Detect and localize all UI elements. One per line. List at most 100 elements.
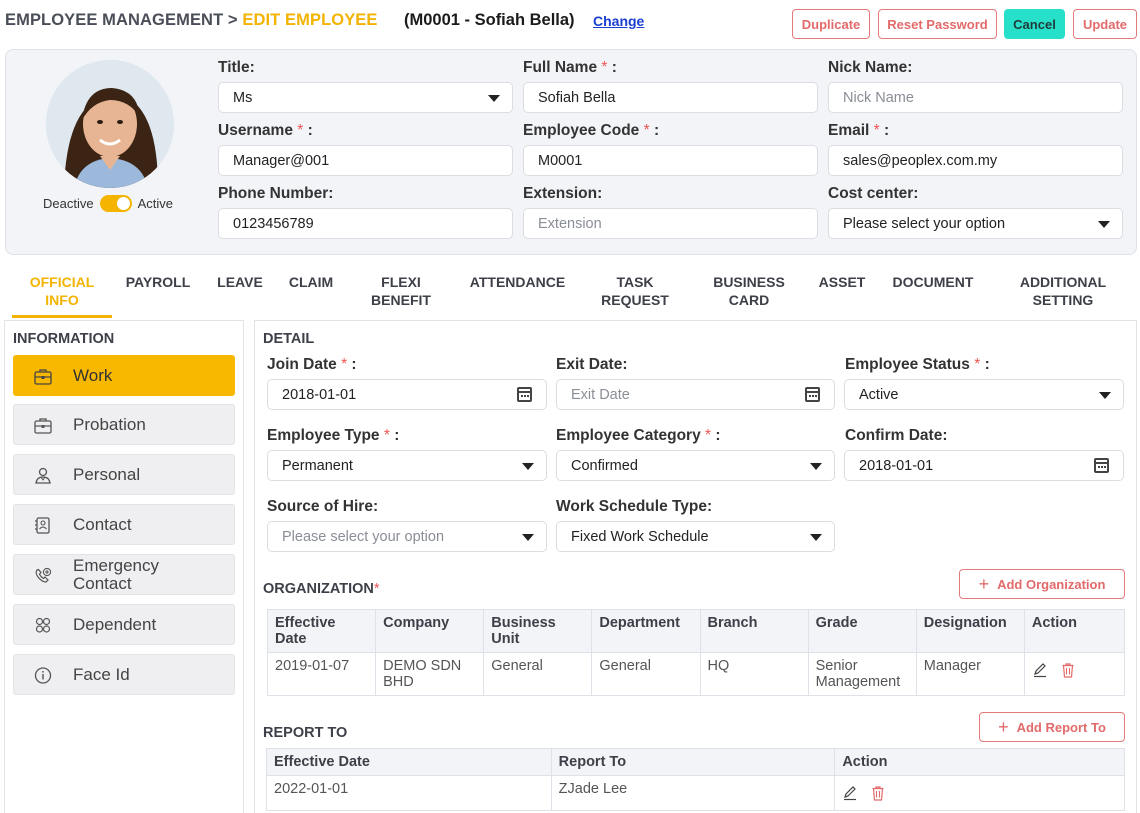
employee-category-label: Employee Category * : — [556, 427, 721, 444]
sidebar-item-label: Dependent — [73, 614, 157, 634]
tab-additional-setting[interactable]: ADDITIONAL SETTING — [1004, 266, 1122, 318]
employee-type-label: Employee Type * : — [267, 427, 400, 444]
column-header: Branch — [699, 609, 809, 653]
emergency-phone-icon — [35, 567, 52, 583]
nick-name-input[interactable]: Nick Name — [828, 82, 1123, 113]
avatar[interactable] — [46, 60, 174, 188]
table-cell: General — [483, 652, 593, 696]
phone-number-label: Phone Number: — [218, 185, 334, 202]
tab-business-card[interactable]: BUSINESS CARD — [701, 266, 797, 318]
extension-input[interactable]: Extension — [523, 208, 818, 239]
sidebar-item-work[interactable]: Work — [13, 355, 235, 396]
information-sidebar: INFORMATION Work Probation Personal Cont… — [4, 320, 244, 813]
report-to-heading: REPORT TO — [263, 725, 348, 741]
join-date-label: Join Date * : — [267, 356, 357, 373]
tab-official-info[interactable]: OFFICIAL INFO — [12, 266, 112, 318]
change-employee-link[interactable]: Change — [593, 13, 644, 29]
breadcrumb: EMPLOYEE MANAGEMENT > EDIT EMPLOYEE — [5, 11, 378, 30]
phone-number-input[interactable]: 0123456789 — [218, 208, 513, 239]
join-date-input[interactable]: 2018-01-01 — [267, 379, 547, 410]
tab-payroll[interactable]: PAYROLL — [117, 266, 199, 318]
title-label: Title: — [218, 59, 255, 76]
tab-flexi-benefit[interactable]: FLEXI BENEFIT — [356, 266, 446, 318]
tab-document[interactable]: DOCUMENT — [882, 266, 984, 318]
employee-code-label: Employee Code * : — [523, 122, 660, 139]
sidebar-item-probation[interactable]: Probation — [13, 404, 235, 445]
source-of-hire-select[interactable]: Please select your option — [267, 521, 547, 552]
sidebar-item-emergency-contact[interactable]: Emergency Contact — [13, 554, 235, 595]
work-schedule-type-label: Work Schedule Type: — [556, 498, 713, 515]
table-cell: HQ — [699, 652, 809, 696]
chevron-down-icon — [810, 463, 822, 470]
email-label: Email * : — [828, 122, 890, 139]
briefcase-icon — [34, 418, 52, 434]
table-cell: DEMO SDN BHD — [375, 652, 485, 696]
employee-code-input[interactable]: M0001 — [523, 145, 818, 176]
tab-leave[interactable]: LEAVE — [209, 266, 271, 318]
duplicate-button[interactable]: Duplicate — [792, 9, 870, 39]
page-header: EMPLOYEE MANAGEMENT > EDIT EMPLOYEE (M00… — [0, 0, 1140, 46]
detail-heading: DETAIL — [263, 331, 315, 347]
tab-asset[interactable]: ASSET — [812, 266, 872, 318]
column-header: Effective Date — [266, 748, 552, 776]
column-header: Company — [375, 609, 485, 653]
active-toggle[interactable] — [99, 195, 132, 212]
full-name-input[interactable]: Sofiah Bella — [523, 82, 818, 113]
trash-icon[interactable] — [870, 785, 886, 801]
table-cell: ZJade Lee — [550, 775, 836, 811]
reset-password-button[interactable]: Reset Password — [878, 9, 997, 39]
calendar-icon[interactable] — [517, 387, 532, 402]
extension-label: Extension: — [523, 185, 603, 202]
employee-type-select[interactable]: Permanent — [267, 450, 547, 481]
breadcrumb-root[interactable]: EMPLOYEE MANAGEMENT > — [5, 11, 238, 29]
email-input[interactable]: sales@peoplex.com.my — [828, 145, 1123, 176]
edit-icon[interactable] — [1032, 662, 1048, 678]
chevron-down-icon — [1098, 221, 1110, 228]
cancel-button[interactable]: Cancel — [1004, 9, 1065, 39]
sidebar-item-contact[interactable]: Contact — [13, 504, 235, 545]
trash-icon[interactable] — [1060, 662, 1076, 678]
sidebar-item-label: Personal — [73, 464, 141, 484]
add-organization-button[interactable]: + Add Organization — [959, 569, 1125, 599]
confirm-date-label: Confirm Date: — [845, 427, 948, 444]
cost-center-select[interactable]: Please select your option — [828, 208, 1123, 239]
employee-category-select[interactable]: Confirmed — [556, 450, 835, 481]
cost-center-label: Cost center: — [828, 185, 919, 202]
dependent-icon — [35, 617, 51, 633]
action-cell — [834, 775, 1125, 811]
profile-card: Deactive Active Title: Ms Full Name * : … — [5, 49, 1137, 255]
chevron-down-icon — [522, 463, 534, 470]
sidebar-item-label: Emergency Contact — [73, 555, 159, 593]
active-label: Active — [137, 196, 173, 211]
tab-claim[interactable]: CLAIM — [281, 266, 341, 318]
edit-icon[interactable] — [842, 785, 858, 801]
active-toggle-group: Deactive Active — [43, 195, 173, 212]
sidebar-item-personal[interactable]: Personal — [13, 454, 235, 495]
sidebar-item-label: Face Id — [73, 664, 130, 684]
calendar-icon[interactable] — [805, 387, 820, 402]
username-input[interactable]: Manager@001 — [218, 145, 513, 176]
calendar-icon[interactable] — [1094, 458, 1109, 473]
full-name-label: Full Name * : — [523, 59, 617, 76]
sidebar-item-label: Probation — [73, 414, 146, 434]
tab-task-request[interactable]: TASK REQUEST — [589, 266, 681, 318]
title-select[interactable]: Ms — [218, 82, 513, 113]
update-button[interactable]: Update — [1073, 9, 1137, 39]
work-schedule-type-select[interactable]: Fixed Work Schedule — [556, 521, 835, 552]
sidebar-item-dependent[interactable]: Dependent — [13, 604, 235, 645]
info-icon — [34, 667, 52, 684]
confirm-date-input[interactable]: 2018-01-01 — [844, 450, 1124, 481]
source-of-hire-label: Source of Hire: — [267, 498, 379, 515]
organization-table: Effective Date Company Business Unit Dep… — [266, 609, 1126, 696]
sidebar-item-label: Contact — [73, 514, 132, 534]
tab-attendance[interactable]: ATTENDANCE — [461, 266, 574, 318]
sidebar-item-face-id[interactable]: Face Id — [13, 654, 235, 695]
add-report-to-button[interactable]: + Add Report To — [979, 712, 1125, 742]
username-label: Username * : — [218, 122, 313, 139]
plus-icon: + — [978, 574, 990, 594]
employee-status-select[interactable]: Active — [844, 379, 1124, 410]
person-icon — [35, 467, 51, 484]
report-to-table: Effective Date Report To Action 2022-01-… — [266, 748, 1125, 811]
exit-date-input[interactable]: Exit Date — [556, 379, 835, 410]
chevron-down-icon — [522, 534, 534, 541]
